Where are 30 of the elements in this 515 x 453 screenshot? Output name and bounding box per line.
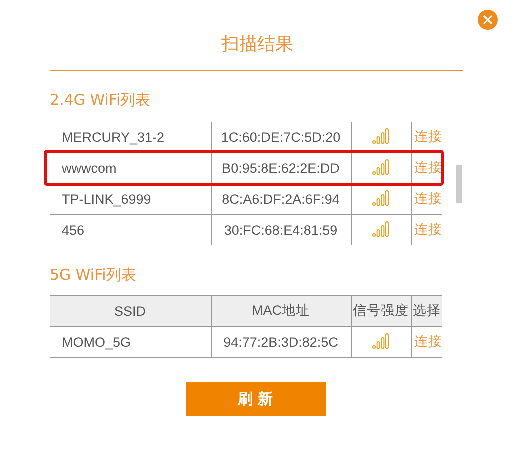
table-cell: 8C:A6:DF:2A:6F:94: [211, 184, 351, 214]
column-header: 选择: [411, 296, 442, 326]
connect-link[interactable]: 连接: [414, 334, 442, 349]
signal-icon: [372, 127, 390, 144]
connect-link[interactable]: 连接: [414, 191, 442, 206]
table-cell: B0:95:8E:62:2E:DD: [211, 152, 351, 184]
table-cell: 456: [50, 214, 211, 245]
column-header: 信号强度: [351, 296, 411, 326]
section-heading: 5G WiFi列表: [50, 266, 136, 285]
connect-link[interactable]: 连接: [414, 160, 442, 175]
column-header: SSID: [50, 296, 211, 326]
dialog-title: 扫描结果: [222, 34, 294, 55]
column-header: MAC地址: [211, 296, 351, 326]
section-heading: 2.4G WiFi列表: [50, 91, 151, 110]
refresh-button[interactable]: 刷 新: [186, 382, 326, 416]
signal-icon: [372, 332, 390, 349]
table-cell: 30:FC:68:E4:81:59: [211, 214, 351, 245]
table-cell: wwwcom: [50, 152, 211, 184]
close-icon[interactable]: [478, 10, 498, 30]
connect-link[interactable]: 连接: [414, 129, 442, 144]
signal-icon: [372, 220, 390, 237]
table-cell: TP-LINK_6999: [50, 184, 211, 214]
connect-link[interactable]: 连接: [414, 222, 442, 237]
scrollbar-thumb[interactable]: [456, 165, 462, 203]
table-cell: 1C:60:DE:7C:5D:20: [211, 122, 351, 152]
table-cell: MERCURY_31-2: [50, 122, 211, 152]
table-cell: 94:77:2B:3D:82:5C: [211, 326, 351, 358]
signal-icon: [372, 158, 390, 175]
signal-icon: [372, 189, 390, 206]
table-cell: MOMO_5G: [50, 326, 211, 358]
